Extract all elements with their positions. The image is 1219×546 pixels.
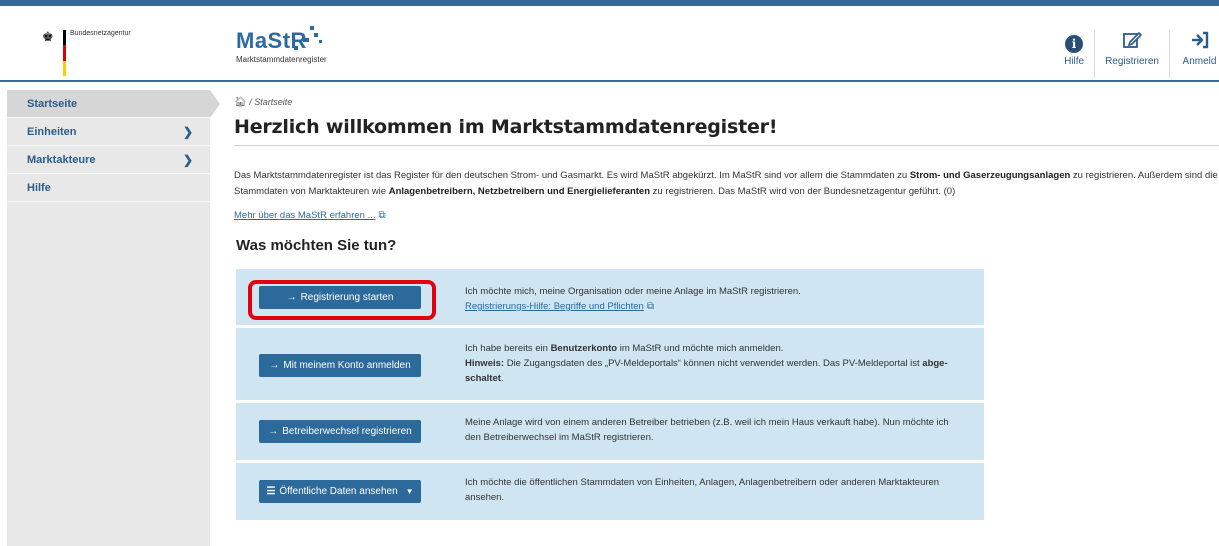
- description-text: Ich möchte die öffentlichen Stammdaten v…: [465, 477, 940, 503]
- hint-end: .: [500, 373, 504, 384]
- list-icon: ☰: [266, 486, 276, 497]
- action-description: Ich möchte die öffentlichen Stammdaten v…: [465, 475, 965, 505]
- chevron-right-icon: ❯: [182, 125, 193, 139]
- federal-eagle-icon: ♚: [42, 29, 54, 44]
- info-circle-icon: i: [1065, 30, 1084, 54]
- logo-dot: [310, 26, 314, 30]
- description-text: Meine Anlage wird von einem anderen Betr…: [465, 417, 949, 443]
- link-label: Registrierungs-Hilfe: Begriffe und Pflic…: [465, 301, 644, 312]
- button-label: Mit meinem Konto anmelden: [283, 360, 411, 371]
- caret-down-icon: ▼: [405, 487, 414, 496]
- page-title: Herzlich willkommen im Marktstammdatenre…: [234, 116, 778, 138]
- description-text: Ich habe bereits ein: [465, 343, 551, 354]
- action-description: Meine Anlage wird von einem anderen Betr…: [465, 415, 965, 445]
- sidebar-item-label: Einheiten: [27, 126, 77, 138]
- button-label: Betreiberwechsel registrieren: [282, 426, 412, 437]
- logo-dots-icon: [294, 46, 298, 50]
- sidebar-item-label: Marktakteure: [27, 154, 96, 166]
- hint-text: Die Zugangsdaten des „PV-Meldeportals“ k…: [504, 358, 923, 369]
- breadcrumb-current: Startseite: [254, 97, 293, 107]
- konto-anmelden-button[interactable]: → Mit meinem Konto anmelden: [259, 354, 421, 377]
- chevron-right-icon: ❯: [182, 153, 193, 167]
- external-link-icon: ⧉: [646, 301, 654, 312]
- agency-name: Bundesnetzagentur: [70, 30, 131, 37]
- help-nav-label: Hilfe: [1064, 56, 1085, 67]
- register-nav-label: Registrieren: [1105, 56, 1159, 67]
- intro-part: zu registrieren. Das MaStR wird von der …: [650, 186, 956, 197]
- more-link-label: Mehr über das MaStR erfahren ...: [234, 210, 376, 221]
- sidebar-item-einheiten[interactable]: Einheiten ❯: [7, 118, 210, 146]
- sidebar: Startseite Einheiten ❯ Marktakteure ❯ Hi…: [7, 90, 220, 546]
- sidebar-item-hilfe[interactable]: Hilfe: [7, 174, 210, 202]
- login-nav-button[interactable]: Anmeld: [1169, 30, 1219, 78]
- logo-subtitle: Marktstammdatenregister: [236, 55, 327, 64]
- oeffentliche-daten-button[interactable]: ☰ Öffentliche Daten ansehen ▼: [259, 480, 421, 503]
- description-text: im MaStR und möchte mich anmelden.: [617, 343, 784, 354]
- action-list: → Registrierung starten Ich möchte mich, …: [236, 269, 984, 523]
- breadcrumb: 🏠︎ / Startseite: [234, 97, 292, 108]
- title-divider: [234, 145, 1219, 146]
- betreiberwechsel-button[interactable]: → Betreiberwechsel registrieren: [259, 420, 421, 443]
- button-label: Registrierung starten: [300, 292, 394, 303]
- sidebar-item-startseite[interactable]: Startseite: [7, 90, 220, 118]
- description-text: Ich möchte mich, meine Organisation oder…: [465, 286, 801, 297]
- register-nav-button[interactable]: Registrieren: [1094, 30, 1169, 78]
- registrierung-starten-button[interactable]: → Registrierung starten: [259, 286, 421, 309]
- action-row-public-data: ☰ Öffentliche Daten ansehen ▼ Ich möchte d…: [236, 463, 984, 520]
- registration-help-link[interactable]: Registrierungs-Hilfe: Begriffe und Pflic…: [465, 301, 644, 312]
- active-indicator: [210, 90, 220, 118]
- header-nav: i Hilfe Registrieren Anmeld: [1054, 30, 1219, 78]
- sidebar-item-label: Hilfe: [27, 182, 51, 194]
- intro-bold: Anlagenbetreibern, Netzbetreibern und En…: [388, 186, 651, 197]
- sign-in-icon: [1190, 30, 1210, 54]
- help-nav-button[interactable]: i Hilfe: [1054, 30, 1094, 78]
- mastr-logo[interactable]: MaStR Marktstammdatenregister: [236, 26, 327, 64]
- login-nav-label: Anmeld: [1182, 56, 1217, 67]
- german-flag-bar: [63, 30, 66, 76]
- section-title: Was möchten Sie tun?: [236, 237, 397, 254]
- action-description: Ich habe bereits ein Benutzerkonto im Ma…: [465, 341, 965, 386]
- home-icon[interactable]: 🏠︎: [234, 97, 247, 108]
- edit-icon: [1122, 30, 1143, 54]
- description-bold: Benutzerkonto: [550, 343, 618, 354]
- intro-text: Das Marktstammdatenregister ist das Regi…: [234, 168, 1219, 200]
- site-header: ♚ Bundesnetzagentur MaStR Marktstammdate…: [0, 6, 1219, 82]
- button-label: Öffentliche Daten ansehen: [279, 486, 398, 497]
- intro-part: Das Marktstammdatenregister ist das Regi…: [234, 170, 910, 181]
- logo-dot: [303, 38, 309, 42]
- logo-dot: [314, 33, 318, 37]
- sidebar-item-label: Startseite: [27, 98, 78, 110]
- arrow-right-icon: →: [268, 426, 279, 437]
- logo-dot: [319, 40, 322, 43]
- bundesnetzagentur-logo[interactable]: ♚ Bundesnetzagentur: [38, 28, 138, 78]
- intro-bold: Strom- und Gaserzeugungsanlagen: [909, 170, 1071, 181]
- external-link-icon: ⧉: [378, 210, 386, 221]
- action-row-operator-change: → Betreiberwechsel registrieren Meine Anl…: [236, 403, 984, 460]
- sidebar-item-marktakteure[interactable]: Marktakteure ❯: [7, 146, 210, 174]
- logo-title: MaStR: [236, 28, 307, 53]
- arrow-right-icon: →: [286, 292, 297, 303]
- arrow-right-icon: →: [269, 360, 280, 371]
- hint-label: Hinweis:: [465, 358, 505, 369]
- action-row-register: → Registrierung starten Ich möchte mich, …: [236, 269, 984, 325]
- action-description: Ich möchte mich, meine Organisation oder…: [465, 284, 965, 314]
- action-row-login: → Mit meinem Konto anmelden Ich habe bere…: [236, 328, 984, 400]
- more-about-mastr-link[interactable]: Mehr über das MaStR erfahren ... ⧉: [234, 210, 386, 221]
